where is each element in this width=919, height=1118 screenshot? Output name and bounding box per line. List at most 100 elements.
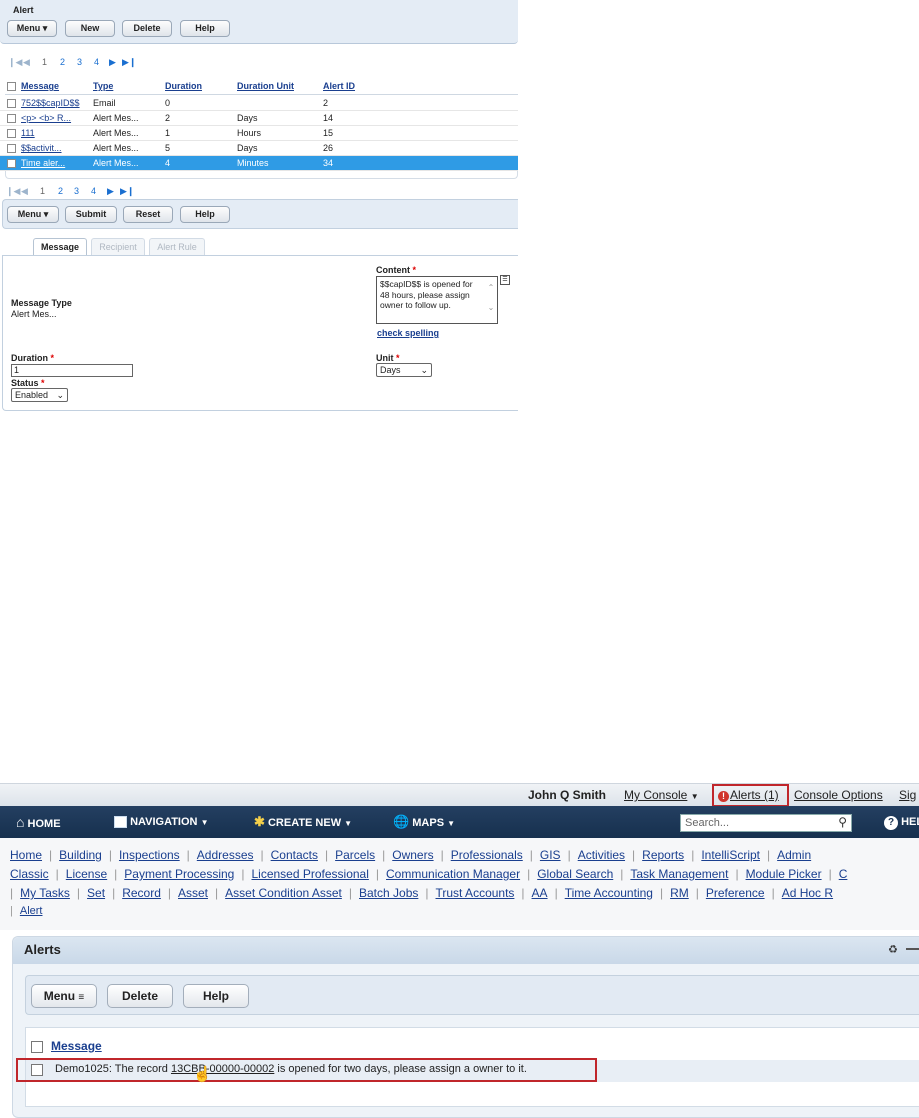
menu-item-1-2[interactable]: Payment Processing <box>124 867 234 881</box>
last-page-icon[interactable]: ▶❙ <box>122 57 136 68</box>
menu-item-2-6[interactable]: Trust Accounts <box>436 886 515 900</box>
menu-item-0-1[interactable]: Building <box>59 848 102 862</box>
page-4[interactable]: 4 <box>94 57 99 67</box>
row-checkbox[interactable] <box>31 1064 43 1076</box>
alert-row-highlight[interactable]: Demo1025: The record 13CBB-00000-00002 i… <box>16 1058 597 1082</box>
menu-item-2-4[interactable]: Asset Condition Asset <box>225 886 342 900</box>
expand-editor-icon[interactable]: ☰ <box>500 275 510 285</box>
cell-message[interactable]: <p> <b> R... <box>21 113 71 123</box>
table-row[interactable]: Time aler... Alert Mes... 4 Minutes 34 <box>0 156 518 171</box>
menu-item-2-3[interactable]: Asset <box>178 886 208 900</box>
cell-message[interactable]: $$activit... <box>21 143 62 153</box>
submit-button[interactable]: Submit <box>65 206 117 223</box>
nav-help[interactable]: ? HEL <box>884 807 919 837</box>
menu-item-0-7[interactable]: Professionals <box>451 848 523 862</box>
table-row[interactable]: 752$$capID$$ Email 0 2 <box>0 96 518 111</box>
search-input[interactable]: Search... ⚲ <box>680 814 852 832</box>
nav-navigation[interactable]: NAVIGATION ▼ <box>114 807 208 837</box>
last-page-icon[interactable]: ▶❙ <box>120 186 134 197</box>
page-2[interactable]: 2 <box>58 186 63 196</box>
alerts-link[interactable]: Alerts (1) <box>730 788 779 802</box>
my-console-link[interactable]: My Console ▼ <box>624 788 699 802</box>
table-row[interactable]: <p> <b> R... Alert Mes... 2 Days 14 <box>0 111 518 126</box>
prev-page-icon[interactable]: ◀ <box>23 57 30 68</box>
unit-select[interactable]: Days ⌄ <box>376 363 432 377</box>
menu-item-1-1[interactable]: License <box>66 867 107 881</box>
menu-item-0-0[interactable]: Home <box>10 848 42 862</box>
col-duration-unit[interactable]: Duration Unit <box>237 81 294 91</box>
menu-item-2-0[interactable]: My Tasks <box>20 886 70 900</box>
delete-button[interactable]: Delete <box>107 984 173 1008</box>
menu-item-1-5[interactable]: Global Search <box>537 867 613 881</box>
check-spelling-link[interactable]: check spelling <box>377 328 439 338</box>
row-checkbox[interactable] <box>7 99 16 108</box>
row-checkbox[interactable] <box>7 144 16 153</box>
nav-home[interactable]: ⌂ HOME <box>16 807 61 837</box>
new-button[interactable]: New <box>65 20 115 37</box>
next-page-icon[interactable]: ▶ <box>109 57 116 68</box>
sign-out-link[interactable]: Sig <box>899 788 916 802</box>
row-checkbox[interactable] <box>7 129 16 138</box>
menu-button[interactable]: Menu ≡ <box>31 984 97 1008</box>
col-message[interactable]: Message <box>51 1039 102 1053</box>
status-select[interactable]: Enabled ⌄ <box>11 388 68 402</box>
console-options-link[interactable]: Console Options <box>794 788 883 802</box>
menu-item-0-11[interactable]: IntelliScript <box>701 848 760 862</box>
cell-message[interactable]: Time aler... <box>21 158 65 168</box>
menu-item-0-6[interactable]: Owners <box>392 848 433 862</box>
minimize-icon[interactable] <box>906 948 919 950</box>
menu-item-2-1[interactable]: Set <box>87 886 105 900</box>
row-checkbox[interactable] <box>7 114 16 123</box>
first-page-icon[interactable]: ❙◀ <box>8 57 22 68</box>
menu-item-1-8[interactable]: C <box>839 867 848 881</box>
page-1[interactable]: 1 <box>40 186 45 196</box>
content-textarea[interactable]: $$capID$$ is opened for 48 hours, please… <box>376 276 498 324</box>
help-button[interactable]: Help <box>183 984 249 1008</box>
menu-item-0-3[interactable]: Addresses <box>197 848 254 862</box>
menu-item-1-4[interactable]: Communication Manager <box>386 867 520 881</box>
nav-create-new[interactable]: ✱ CREATE NEW ▼ <box>254 807 352 837</box>
next-page-icon[interactable]: ▶ <box>107 186 114 197</box>
page-1[interactable]: 1 <box>42 57 47 67</box>
textarea-scrollbar[interactable]: ⌃ ⌄ <box>485 278 497 322</box>
prev-page-icon[interactable]: ◀ <box>21 186 28 197</box>
menu-item-2-11[interactable]: Ad Hoc R <box>782 886 833 900</box>
tab-message[interactable]: Message <box>33 238 87 255</box>
duration-input[interactable]: 1 <box>11 364 133 377</box>
menu-item-1-3[interactable]: Licensed Professional <box>251 867 368 881</box>
help-button[interactable]: Help <box>180 206 230 223</box>
table-row[interactable]: 111 Alert Mes... 1 Hours 15 <box>0 126 518 141</box>
help-button[interactable]: Help <box>180 20 230 37</box>
menu-item-0-9[interactable]: Activities <box>578 848 625 862</box>
table-row[interactable]: $$activit... Alert Mes... 5 Days 26 <box>0 141 518 156</box>
nav-maps[interactable]: 🌐 MAPS ▼ <box>393 807 455 837</box>
menu-item-3-0[interactable]: Alert <box>20 905 43 917</box>
menu-item-0-5[interactable]: Parcels <box>335 848 375 862</box>
col-type[interactable]: Type <box>93 81 113 91</box>
menu-item-2-10[interactable]: Preference <box>706 886 765 900</box>
tab-recipient[interactable]: Recipient <box>91 238 145 255</box>
cell-message[interactable]: 111 <box>21 128 35 138</box>
page-2[interactable]: 2 <box>60 57 65 67</box>
alerts-link-highlight[interactable]: ! Alerts (1) <box>712 784 789 807</box>
menu-item-2-8[interactable]: Time Accounting <box>565 886 653 900</box>
menu-button[interactable]: Menu ▾ <box>7 206 59 223</box>
menu-item-2-5[interactable]: Batch Jobs <box>359 886 418 900</box>
menu-item-1-0[interactable]: Classic <box>10 867 49 881</box>
delete-button[interactable]: Delete <box>122 20 172 37</box>
page-3[interactable]: 3 <box>77 57 82 67</box>
refresh-icon[interactable]: ♻ <box>888 943 898 956</box>
select-all-checkbox[interactable] <box>31 1041 43 1053</box>
menu-item-0-10[interactable]: Reports <box>642 848 684 862</box>
record-link[interactable]: 13CBB-00000-00002 <box>171 1063 274 1075</box>
menu-button[interactable]: Menu ▾ <box>7 20 57 37</box>
row-checkbox[interactable] <box>7 159 16 168</box>
col-alert-id[interactable]: Alert ID <box>323 81 355 91</box>
menu-item-1-6[interactable]: Task Management <box>630 867 728 881</box>
menu-item-0-2[interactable]: Inspections <box>119 848 180 862</box>
search-icon[interactable]: ⚲ <box>838 815 847 829</box>
col-duration[interactable]: Duration <box>165 81 202 91</box>
select-all-checkbox[interactable] <box>7 82 16 91</box>
menu-item-0-8[interactable]: GIS <box>540 848 561 862</box>
menu-item-0-4[interactable]: Contacts <box>271 848 318 862</box>
